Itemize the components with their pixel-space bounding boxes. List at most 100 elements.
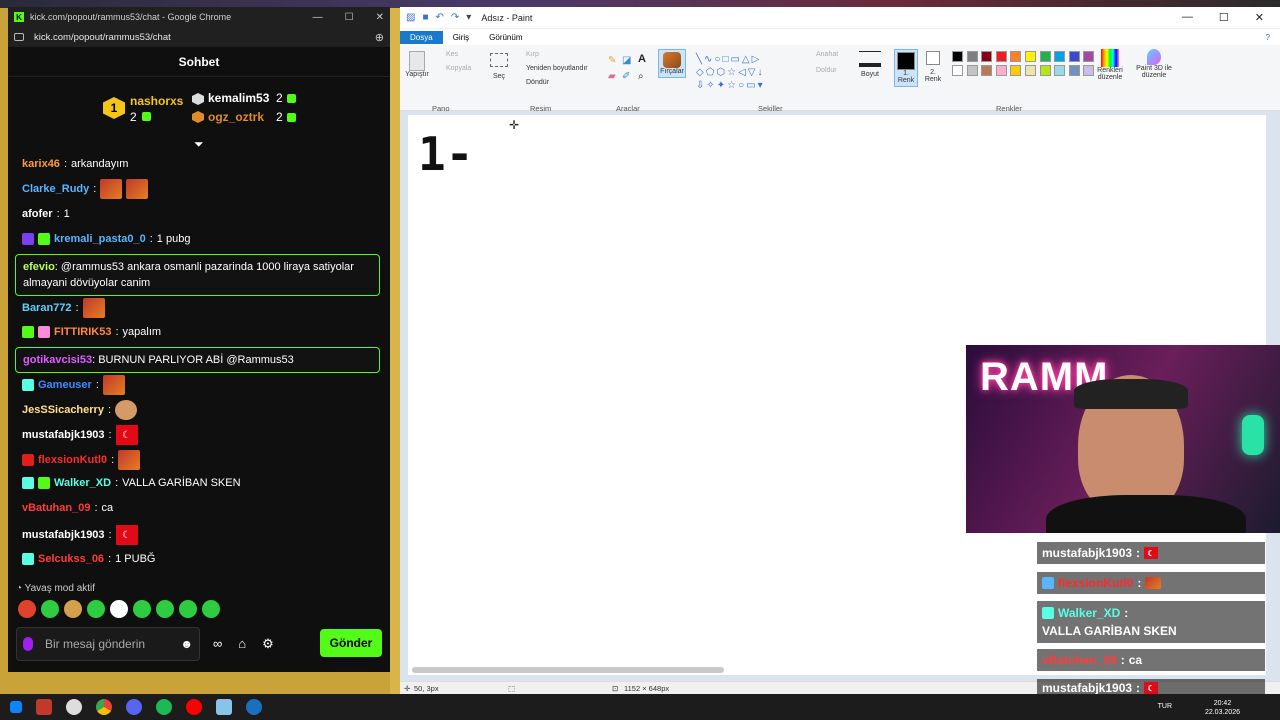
text-icon[interactable]: A — [638, 53, 646, 65]
app-icon[interactable] — [66, 699, 82, 715]
color-swatch[interactable] — [952, 51, 963, 62]
paste-button[interactable]: Yapıştır — [404, 51, 430, 78]
tray-language[interactable]: TUR — [1158, 703, 1172, 710]
chat-username[interactable]: efevio — [23, 261, 55, 273]
gifter-name[interactable]: ogz_oztrk — [208, 110, 264, 124]
chrome-icon[interactable] — [96, 699, 112, 715]
site-info-icon[interactable] — [14, 33, 24, 41]
steam-icon[interactable] — [246, 699, 262, 715]
tab-home[interactable]: Giriş — [443, 31, 479, 44]
color-swatch[interactable] — [1083, 65, 1095, 76]
chat-input[interactable]: Bir mesaj gönderin ☻ — [16, 627, 200, 661]
infinity-icon[interactable]: ∞ — [213, 636, 222, 652]
maximize-button[interactable]: ☐ — [1219, 11, 1229, 24]
color-swatch[interactable] — [1068, 51, 1080, 62]
settings-icon[interactable]: ⚙ — [262, 636, 274, 652]
paint3d-button[interactable]: Paint 3D ile düzenle — [1134, 49, 1174, 79]
size-button[interactable]: Boyut — [858, 51, 882, 78]
chat-username[interactable]: karix46 — [22, 158, 60, 170]
shapes-gallery[interactable]: ╲∿○□▭△▷ ◇⬠⬡☆◁▽↓ ⇩✧✦☆○▭▾ — [696, 53, 796, 92]
close-button[interactable]: ✕ — [1255, 11, 1264, 24]
eraser-icon[interactable]: ▰ — [608, 71, 616, 82]
customize-icon[interactable]: ▾ — [466, 12, 471, 23]
outline-button[interactable]: Anahat — [816, 51, 838, 58]
edit-colors-button[interactable]: Renkleri düzenle — [1094, 49, 1126, 81]
color-picker-icon[interactable]: ✐ — [622, 71, 630, 82]
chat-username[interactable]: JesSSicacherry — [22, 404, 104, 416]
close-button[interactable]: ✕ — [376, 12, 384, 23]
zoom-icon[interactable]: ⊕ — [375, 31, 384, 44]
youtube-icon[interactable] — [186, 699, 202, 715]
color-swatch[interactable] — [1010, 65, 1022, 76]
redo-icon[interactable]: ↷ — [451, 12, 459, 23]
chat-username[interactable]: flexsionKutl0 — [38, 454, 107, 466]
send-button[interactable]: Gönder — [320, 629, 382, 657]
chat-username[interactable]: gotikavcisi53 — [23, 354, 92, 366]
save-icon[interactable]: ■ — [422, 12, 428, 23]
magnifier-icon[interactable]: ⌕ — [638, 71, 644, 82]
resize-button[interactable]: Yeniden boyutlandır — [526, 65, 588, 72]
color-swatch[interactable] — [966, 65, 978, 76]
maximize-button[interactable]: ☐ — [345, 12, 354, 23]
pencil-icon[interactable]: ✎ — [608, 55, 616, 66]
emote-button[interactable] — [110, 600, 128, 618]
emote-button[interactable] — [156, 600, 174, 618]
select-button[interactable]: Seç — [488, 53, 510, 80]
gifter-name[interactable]: kemalim53 — [208, 91, 269, 105]
chat-username[interactable]: Selcukss_06 — [38, 553, 104, 565]
undo-icon[interactable]: ↶ — [436, 12, 444, 23]
chat-username[interactable]: vBatuhan_09 — [22, 502, 90, 514]
color-swatch[interactable] — [952, 65, 963, 76]
emote-button[interactable] — [87, 600, 105, 618]
address-bar[interactable]: kick.com/popout/rammus53/chat ⊕ — [8, 27, 390, 47]
chat-username[interactable]: mustafabjk1903 — [22, 429, 105, 441]
minimize-button[interactable]: — — [1182, 11, 1193, 24]
fill-icon[interactable]: ◪ — [622, 55, 631, 66]
copy-button[interactable]: Kopyala — [446, 65, 471, 72]
color-swatch[interactable] — [1010, 51, 1022, 62]
gifter-name[interactable]: nashorxs — [130, 94, 183, 108]
color-swatch[interactable] — [966, 51, 978, 62]
cut-button[interactable]: Kes — [446, 51, 458, 58]
color-swatch[interactable] — [1083, 51, 1095, 62]
windows-start-icon[interactable] — [10, 701, 22, 713]
emoji-icon[interactable]: ☻ — [180, 637, 193, 651]
rotate-button[interactable]: Döndür — [526, 79, 549, 86]
chat-username[interactable]: Walker_XD — [54, 477, 111, 489]
emote-button[interactable] — [64, 600, 82, 618]
chat-username[interactable]: mustafabjk1903 — [22, 529, 105, 541]
minimize-button[interactable]: — — [313, 12, 323, 23]
app-icon[interactable] — [36, 699, 52, 715]
color-swatch[interactable] — [1068, 65, 1080, 76]
color-swatch[interactable] — [1025, 65, 1036, 76]
tray-clock[interactable]: 20:42 22.03.2026 — [1205, 699, 1240, 717]
emote-button[interactable] — [202, 600, 220, 618]
color-swatch[interactable] — [995, 65, 1007, 76]
color-swatch[interactable] — [1054, 65, 1066, 76]
emote-button[interactable] — [133, 600, 151, 618]
chat-username[interactable]: FITTIRIK53 — [54, 326, 111, 338]
emote-button[interactable] — [18, 600, 36, 618]
color2-button[interactable]: 2. Renk — [922, 51, 944, 83]
color-swatch[interactable] — [995, 51, 1007, 62]
color1-button[interactable]: 1. Renk — [894, 49, 918, 87]
collapse-icon[interactable]: ⏷ — [194, 137, 204, 152]
chat-username[interactable]: Clarke_Rudy — [22, 183, 89, 195]
chat-username[interactable]: Gameuser — [38, 379, 92, 391]
spotify-icon[interactable] — [156, 699, 172, 715]
color-swatch[interactable] — [981, 51, 993, 62]
color-swatch[interactable] — [981, 65, 993, 76]
tab-view[interactable]: Görünüm — [479, 31, 532, 44]
color-swatch[interactable] — [1025, 51, 1036, 62]
mic-icon[interactable] — [23, 637, 33, 651]
crop-button[interactable]: Kırp — [526, 51, 539, 58]
paint-icon[interactable] — [216, 699, 232, 715]
color-swatch[interactable] — [1039, 65, 1051, 76]
store-icon[interactable]: ⌂ — [238, 636, 246, 652]
fill-button[interactable]: Doldur — [816, 67, 837, 74]
emote-button[interactable] — [179, 600, 197, 618]
chat-username[interactable]: afofer — [22, 208, 53, 220]
emote-button[interactable] — [41, 600, 59, 618]
help-icon[interactable]: ? — [1256, 31, 1280, 44]
brushes-button[interactable]: Fırçalar — [658, 49, 686, 78]
